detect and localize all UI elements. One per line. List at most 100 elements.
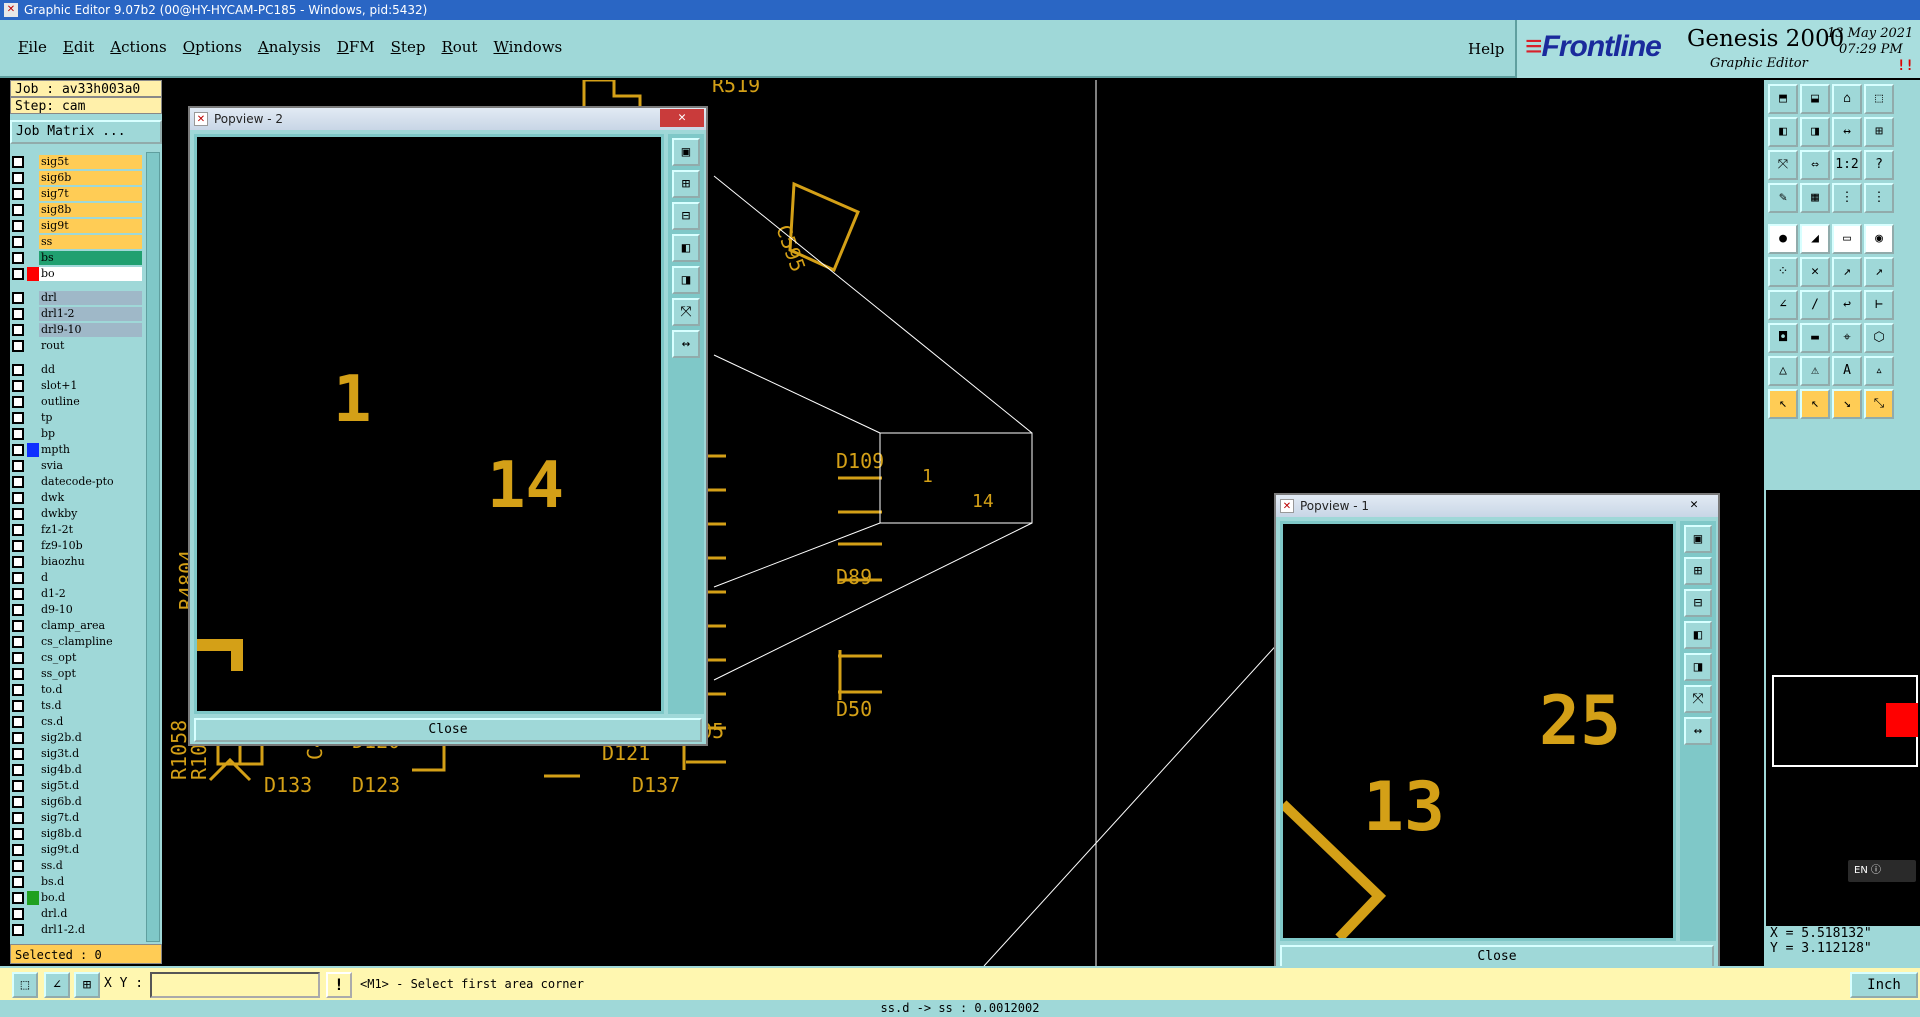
layer-row-bs.d[interactable]: bs.d — [12, 874, 142, 890]
toolbar-route-icon[interactable]: ↗ — [1832, 257, 1862, 287]
layer-checkbox[interactable] — [12, 308, 24, 320]
layer-checkbox[interactable] — [12, 364, 24, 376]
toolbar-zoom-in-icon[interactable]: ⬒ — [1768, 84, 1798, 114]
layer-checkbox[interactable] — [12, 380, 24, 392]
layer-row-sig6b[interactable]: sig6b — [12, 170, 142, 186]
toolbar-zoom-out-icon[interactable]: ⬓ — [1800, 84, 1830, 114]
layer-row-sig7t.d[interactable]: sig7t.d — [12, 810, 142, 826]
overview-map[interactable] — [1772, 675, 1918, 767]
layer-row-cs_clampline[interactable]: cs_clampline — [12, 634, 142, 650]
layer-checkbox[interactable] — [12, 636, 24, 648]
popview-pan-left-icon[interactable]: ◧ — [1684, 621, 1712, 649]
layer-row-drl1-2.d[interactable]: drl1-2.d — [12, 922, 142, 938]
layer-checkbox[interactable] — [12, 684, 24, 696]
layer-checkbox[interactable] — [12, 780, 24, 792]
layer-row-rout[interactable]: rout — [12, 338, 142, 354]
job-matrix-button[interactable]: Job Matrix ... — [10, 120, 162, 144]
popview-fit-width-icon[interactable]: ↔ — [1684, 717, 1712, 745]
popview-2-viewport[interactable]: 1 14 — [194, 134, 664, 714]
menu-actions[interactable]: Actions — [110, 38, 166, 56]
layer-row-dwk[interactable]: dwk — [12, 490, 142, 506]
layer-row-fz9-10b[interactable]: fz9-10b — [12, 538, 142, 554]
layer-checkbox[interactable] — [12, 668, 24, 680]
measure-icon[interactable]: ∠ — [44, 972, 70, 998]
layer-checkbox[interactable] — [12, 428, 24, 440]
popview-pan-right-icon[interactable]: ◨ — [1684, 653, 1712, 681]
toolbar-layers2-icon[interactable]: ⋮ — [1864, 183, 1894, 213]
popview-zoom-in-icon[interactable]: ⊞ — [672, 170, 700, 198]
toolbar-fit-width-icon[interactable]: ⇔ — [1800, 150, 1830, 180]
layer-row-cs_opt[interactable]: cs_opt — [12, 650, 142, 666]
layer-checkbox[interactable] — [12, 540, 24, 552]
layer-list-scrollbar[interactable] — [146, 152, 160, 942]
toolbar-pointer2-icon[interactable]: ↖ — [1800, 389, 1830, 419]
layer-checkbox[interactable] — [12, 620, 24, 632]
layer-row-bo[interactable]: bo — [12, 266, 142, 282]
popview-zoom-fit-icon[interactable]: ▣ — [1684, 525, 1712, 553]
layer-row-clamp_area[interactable]: clamp_area — [12, 618, 142, 634]
toolbar-window-icon[interactable]: ⬚ — [1864, 84, 1894, 114]
layer-checkbox[interactable] — [12, 844, 24, 856]
menu-dfm[interactable]: DFM — [337, 38, 375, 56]
layer-checkbox[interactable] — [12, 188, 24, 200]
popview-fit-width-icon[interactable]: ↔ — [672, 330, 700, 358]
layer-row-sig7t[interactable]: sig7t — [12, 186, 142, 202]
layer-checkbox[interactable] — [12, 412, 24, 424]
layer-row-datecode-pto[interactable]: datecode-pto — [12, 474, 142, 490]
layer-checkbox[interactable] — [12, 460, 24, 472]
toolbar-pan-left-icon[interactable]: ◧ — [1768, 117, 1798, 147]
layer-row-biaozhu[interactable]: biaozhu — [12, 554, 142, 570]
popview-fit-all-icon[interactable]: ⤧ — [1684, 685, 1712, 713]
layer-checkbox[interactable] — [12, 268, 24, 280]
layer-row-drl1-2[interactable]: drl1-2 — [12, 306, 142, 322]
toolbar-text-icon[interactable]: A — [1832, 356, 1862, 386]
layer-row-sig8b.d[interactable]: sig8b.d — [12, 826, 142, 842]
xy-input[interactable] — [150, 972, 320, 998]
toolbar-pad-icon[interactable]: ● — [1768, 224, 1798, 254]
toolbar-pan-right-icon[interactable]: ◨ — [1800, 117, 1830, 147]
menu-windows[interactable]: Windows — [493, 38, 562, 56]
layer-checkbox[interactable] — [12, 292, 24, 304]
toolbar-home-icon[interactable]: ⌂ — [1832, 84, 1862, 114]
layer-checkbox[interactable] — [12, 860, 24, 872]
layer-row-ss.d[interactable]: ss.d — [12, 858, 142, 874]
popview-2-window[interactable]: ✕ Popview - 2 ✕ 1 14 ▣ ⊞ ⊟ ◧ ◨ ⤧ ↔ Close — [188, 106, 708, 746]
layer-checkbox[interactable] — [12, 748, 24, 760]
layer-checkbox[interactable] — [12, 908, 24, 920]
popview-2-close-button[interactable]: Close — [194, 718, 702, 742]
units-button[interactable]: Inch — [1850, 972, 1918, 998]
layer-row-ss_opt[interactable]: ss_opt — [12, 666, 142, 682]
popview-pan-left-icon[interactable]: ◧ — [672, 234, 700, 262]
popview-zoom-fit-icon[interactable]: ▣ — [672, 138, 700, 166]
layer-checkbox[interactable] — [12, 572, 24, 584]
layer-checkbox[interactable] — [12, 396, 24, 408]
layer-row-sig3t.d[interactable]: sig3t.d — [12, 746, 142, 762]
layer-checkbox[interactable] — [12, 172, 24, 184]
popview-pan-right-icon[interactable]: ◨ — [672, 266, 700, 294]
toolbar-bar-icon[interactable]: ▬ — [1800, 323, 1830, 353]
layer-row-sig5t[interactable]: sig5t — [12, 154, 142, 170]
layer-checkbox[interactable] — [12, 220, 24, 232]
layer-checkbox[interactable] — [12, 604, 24, 616]
toolbar-slash-icon[interactable]: ∕ — [1800, 290, 1830, 320]
layer-row-d1-2[interactable]: d1-2 — [12, 586, 142, 602]
popview-fit-all-icon[interactable]: ⤧ — [672, 298, 700, 326]
exclamation-icon[interactable]: ! — [326, 972, 352, 998]
layer-row-fz1-2t[interactable]: fz1-2t — [12, 522, 142, 538]
layer-row-sig4b.d[interactable]: sig4b.d — [12, 762, 142, 778]
layer-row-drl[interactable]: drl — [12, 290, 142, 306]
menu-edit[interactable]: Edit — [63, 38, 94, 56]
toolbar-draw-icon[interactable]: ✎ — [1768, 183, 1798, 213]
layer-checkbox[interactable] — [12, 524, 24, 536]
layer-row-d9-10[interactable]: d9-10 — [12, 602, 142, 618]
layer-checkbox[interactable] — [12, 892, 24, 904]
layer-row-cs.d[interactable]: cs.d — [12, 714, 142, 730]
layer-checkbox[interactable] — [12, 796, 24, 808]
layer-checkbox[interactable] — [12, 924, 24, 936]
toolbar-undo-icon[interactable]: ↩ — [1832, 290, 1862, 320]
layer-checkbox[interactable] — [12, 252, 24, 264]
language-indicator[interactable]: EN ⓘ — [1848, 860, 1916, 882]
popview-2-titlebar[interactable]: ✕ Popview - 2 — [190, 108, 706, 130]
layer-row-sig2b.d[interactable]: sig2b.d — [12, 730, 142, 746]
toolbar-nodes-icon[interactable]: ⁘ — [1768, 257, 1798, 287]
